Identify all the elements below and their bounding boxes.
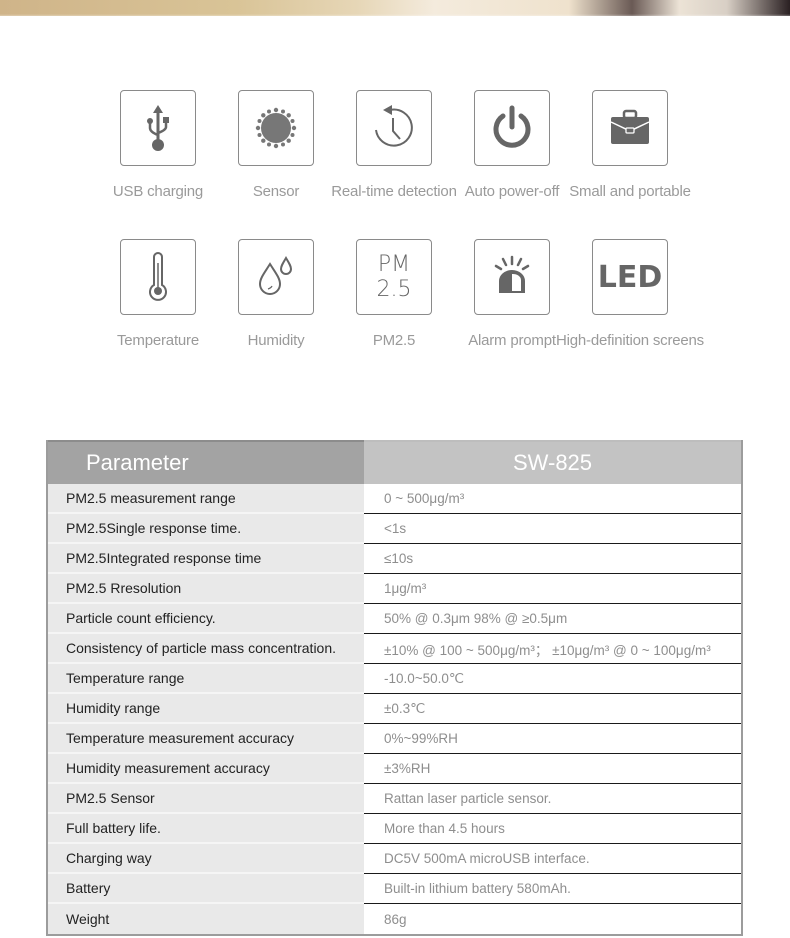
table-row: PM2.5 Sensor Rattan laser particle sensor… [48,784,741,814]
parameter-cell: Temperature range [48,664,364,694]
feature-icon-box [238,239,314,315]
value-cell: More than 4.5 hours [364,814,741,844]
table-row: PM2.5Single response time. <1s [48,514,741,544]
parameter-cell: Battery [48,874,364,904]
parameter-cell: Weight [48,904,364,934]
value-cell: 50% @ 0.3μm 98% @ ≥0.5μm [364,604,741,634]
value-cell: Rattan laser particle sensor. [364,784,741,814]
spec-table-header: Parameter SW-825 [48,440,741,484]
table-row: Weight 86g [48,904,741,934]
led-icon: LED [597,259,663,295]
usb-icon [147,105,169,151]
power-icon [493,105,531,148]
value-cell: Built-in lithium battery 580mAh. [364,874,741,904]
value-cell: 1μg/m³ [364,574,741,604]
table-row: PM2.5 Rresolution 1μg/m³ [48,574,741,604]
value-cell: <1s [364,514,741,544]
table-row: Particle count efficiency. 50% @ 0.3μm 98… [48,604,741,634]
thermometer-icon [149,252,167,301]
value-cell: ±10% @ 100 ~ 500μg/m³； ±10μg/m³ @ 0 ~ 10… [364,634,741,664]
sensor-icon [255,107,297,149]
header-parameter: Parameter [48,440,364,484]
feature-icon-box [238,90,314,166]
feature-icon-box [120,90,196,166]
parameter-cell: PM2.5Single response time. [48,514,364,544]
parameter-cell: PM2.5Integrated response time [48,544,364,574]
parameter-cell: Charging way [48,844,364,874]
value-cell: 86g [364,904,741,934]
table-row: PM2.5Integrated response time ≤10s [48,544,741,574]
table-row: Full battery life. More than 4.5 hours [48,814,741,844]
table-row: Humidity measurement accuracy ±3%RH [48,754,741,784]
table-row: Consistency of particle mass concentrati… [48,634,741,664]
parameter-cell: Particle count efficiency. [48,604,364,634]
parameter-cell: Consistency of particle mass concentrati… [48,634,364,664]
feature-label: Small and portable [569,183,691,200]
parameter-cell: Full battery life. [48,814,364,844]
parameter-cell: PM2.5 Rresolution [48,574,364,604]
alarm-light-icon [494,255,530,293]
feature-high-definition-screens: LED High-definition screens [555,239,705,349]
table-row: PM2.5 measurement range 0 ~ 500μg/m³ [48,484,741,514]
pm25-icon: PM 2.5 [377,252,412,302]
value-cell: DC5V 500mA microUSB interface. [364,844,741,874]
spec-table-body: PM2.5 measurement range 0 ~ 500μg/m³ PM2.… [48,484,741,934]
parameter-cell: Temperature measurement accuracy [48,724,364,754]
value-cell: -10.0~50.0℃ [364,664,741,694]
feature-icon-box: LED [592,239,668,315]
table-row: Charging way DC5V 500mA microUSB interfac… [48,844,741,874]
feature-label: High-definition screens [556,332,704,349]
feature-icon-box [474,90,550,166]
clock-history-icon [375,105,413,147]
top-banner-fade [0,14,790,20]
table-row: Temperature measurement accuracy 0%~99%RH [48,724,741,754]
spec-table: Parameter SW-825 PM2.5 measurement range… [46,440,743,936]
briefcase-icon [610,109,650,144]
feature-icon-box [120,239,196,315]
value-cell: 0 ~ 500μg/m³ [364,484,741,514]
feature-small-and-portable: Small and portable [555,90,705,200]
value-cell: ±0.3℃ [364,694,741,724]
water-drops-icon [258,256,293,295]
parameter-cell: PM2.5 measurement range [48,484,364,514]
table-row: Temperature range -10.0~50.0℃ [48,664,741,694]
feature-icon-box: PM 2.5 [356,239,432,315]
pm25-icon-line2: 2.5 [376,277,412,302]
feature-icon-box [356,90,432,166]
header-model: SW-825 [364,440,741,484]
parameter-cell: Humidity range [48,694,364,724]
table-row: Battery Built-in lithium battery 580mAh. [48,874,741,904]
pm25-icon-line1: PM [377,252,411,277]
value-cell: ±3%RH [364,754,741,784]
parameter-cell: PM2.5 Sensor [48,784,364,814]
table-row: Humidity range ±0.3℃ [48,694,741,724]
feature-icon-box [474,239,550,315]
value-cell: 0%~99%RH [364,724,741,754]
parameter-cell: Humidity measurement accuracy [48,754,364,784]
feature-icon-box [592,90,668,166]
value-cell: ≤10s [364,544,741,574]
